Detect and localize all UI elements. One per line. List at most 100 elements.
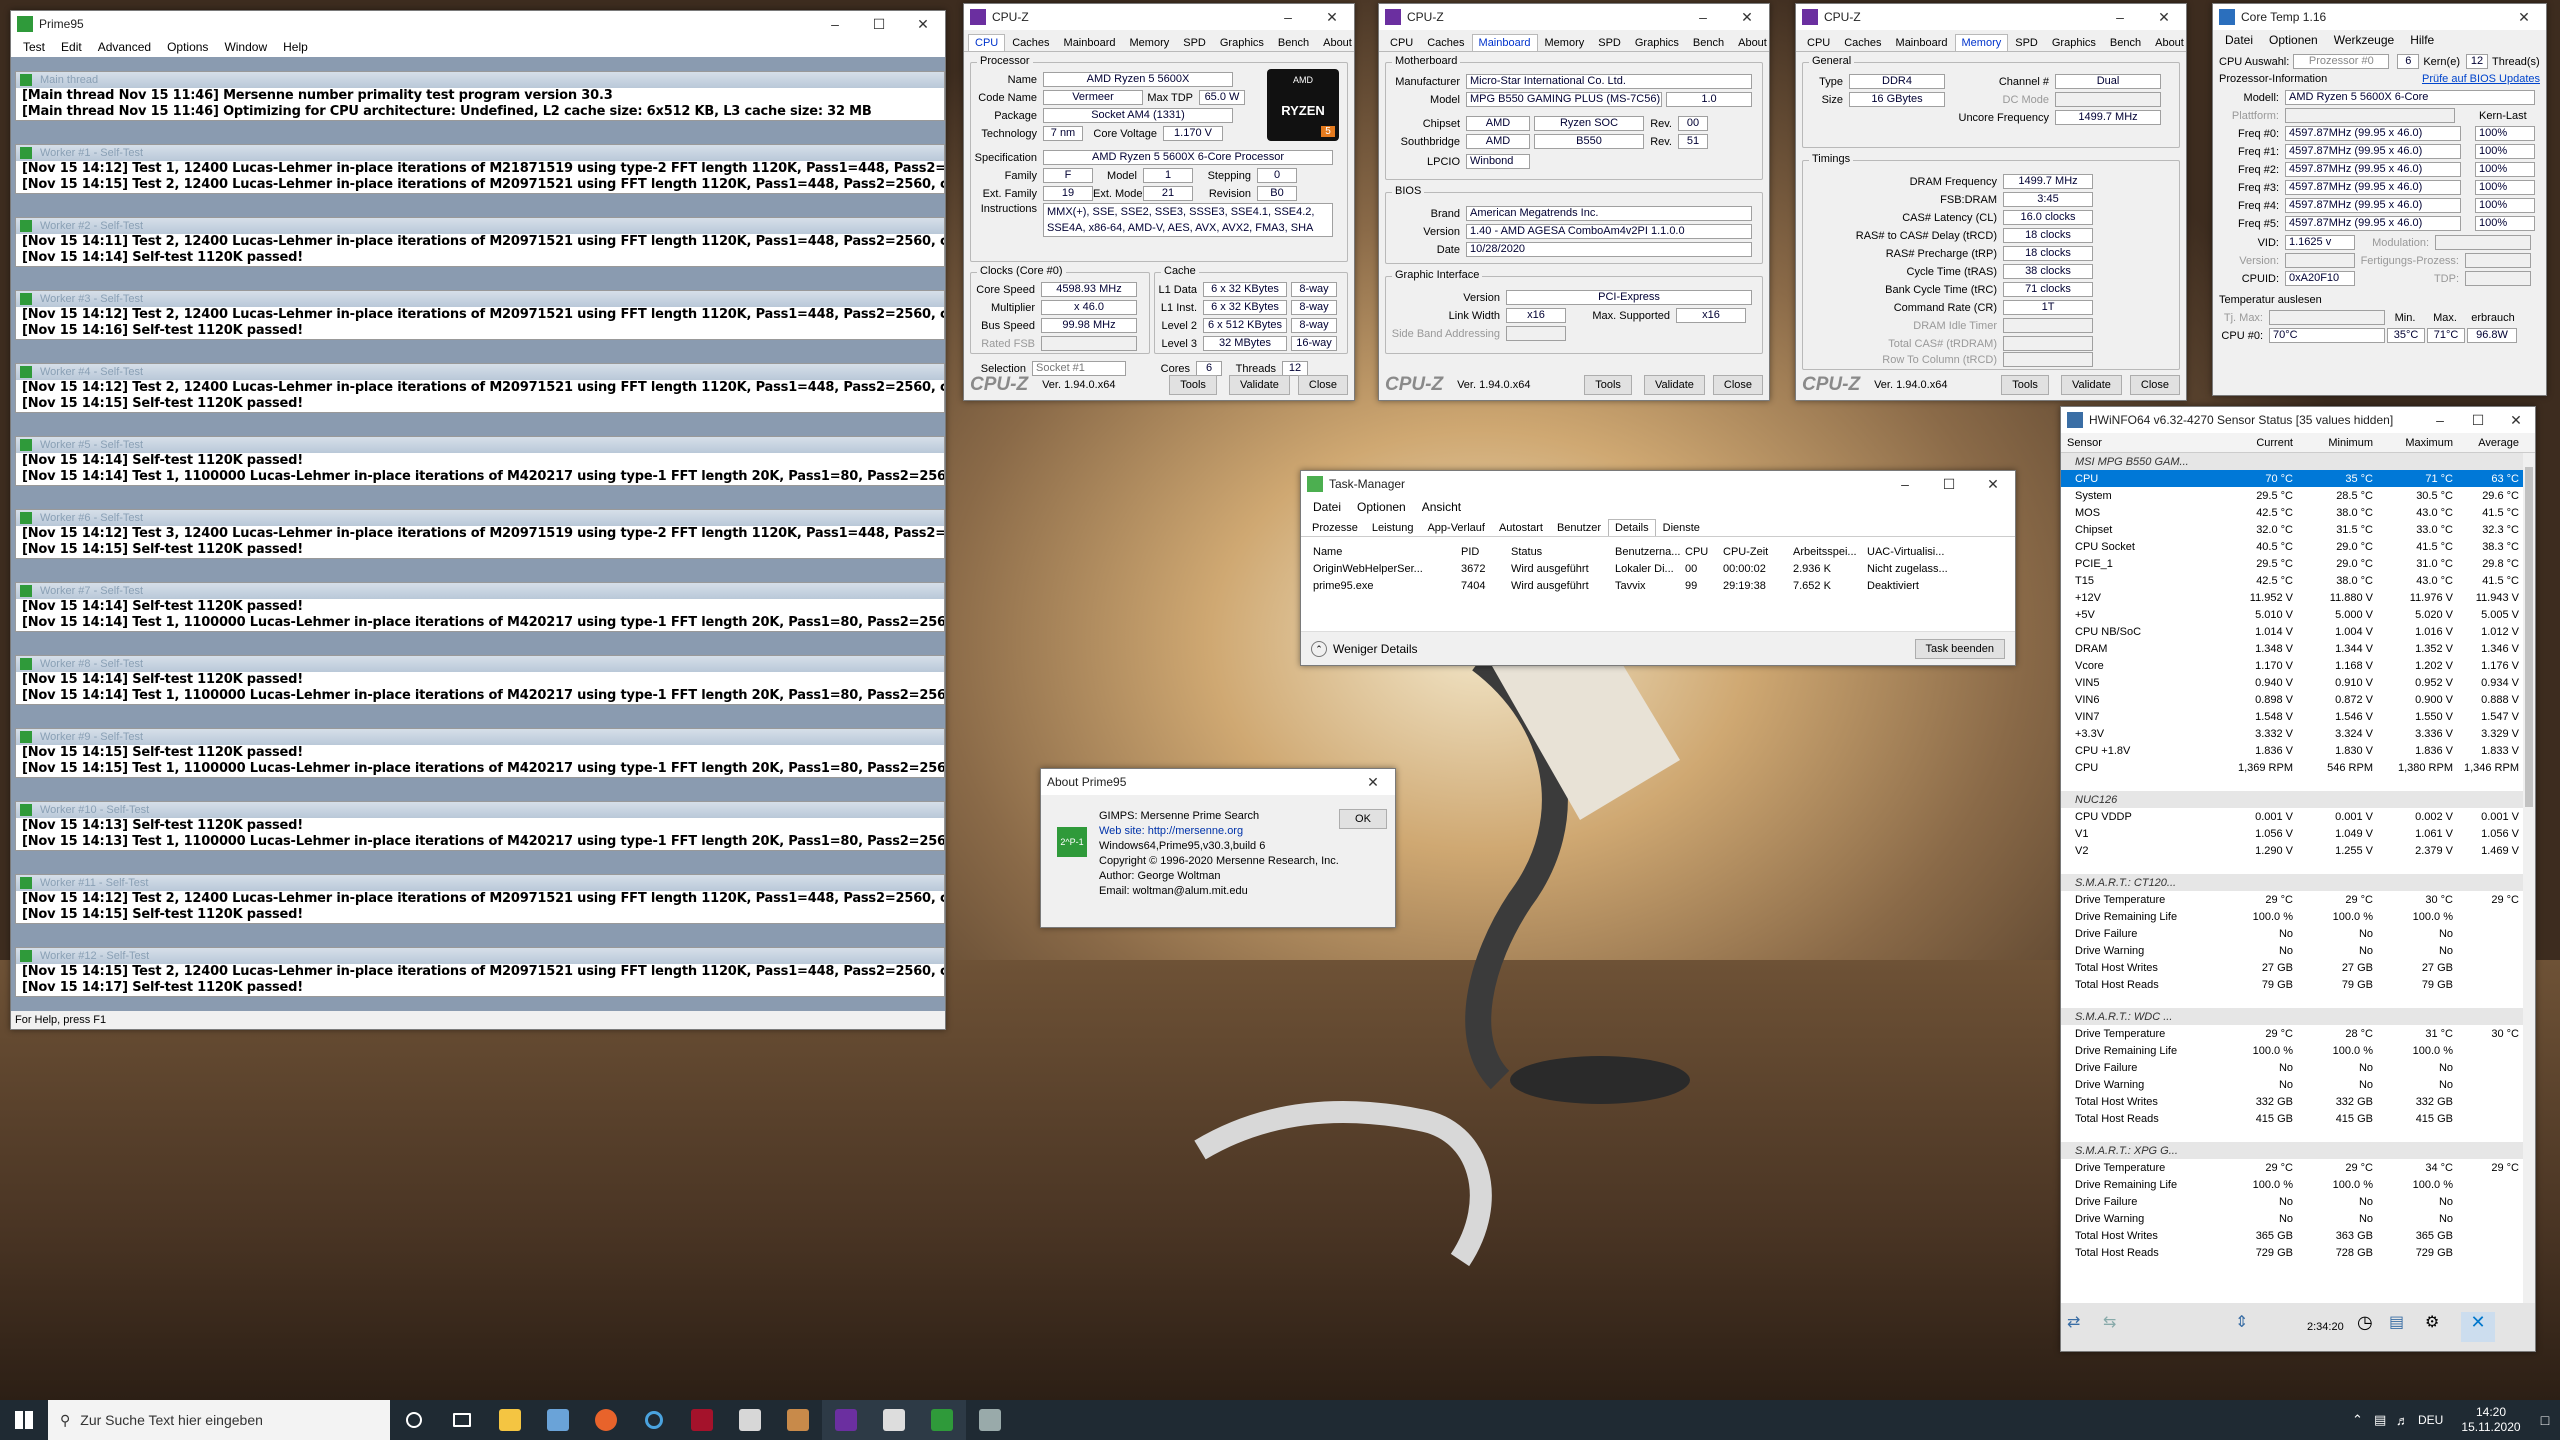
tab-about[interactable]: About [1316,34,1354,51]
worker-title[interactable]: Worker #3 - Self-Test [16,291,944,307]
volume-icon[interactable]: ♬ [2396,1413,2418,1428]
tab-about[interactable]: About [2148,34,2186,51]
worker-pane[interactable]: Worker #10 - Self-Test [Nov 15 14:13] Sel… [15,801,945,851]
sensor-row[interactable]: CPU Socket 40.5 °C 29.0 °C 41.5 °C 38.3 °C [2061,538,2523,555]
tab-leistung[interactable]: Leistung [1365,519,1421,536]
fewer-details-link[interactable]: Weniger Details [1333,642,1915,656]
worker-title[interactable]: Worker #4 - Self-Test [16,364,944,380]
col-maximum[interactable]: Maximum [2377,437,2457,449]
sensor-row[interactable]: Chipset 32.0 °C 31.5 °C 33.0 °C 32.3 °C [2061,521,2523,538]
column-header[interactable]: PID [1457,546,1507,558]
refresh-app-icon[interactable] [630,1400,678,1440]
tab-bench[interactable]: Bench [1686,34,1731,51]
sensor-row[interactable]: MOS 42.5 °C 38.0 °C 43.0 °C 41.5 °C [2061,504,2523,521]
sensor-row[interactable]: CPU NB/SoC 1.014 V 1.004 V 1.016 V 1.012 V [2061,623,2523,640]
tab-graphics[interactable]: Graphics [1213,34,1271,51]
worker-pane[interactable]: Worker #2 - Self-Test [Nov 15 14:11] Test… [15,217,945,267]
worker-pane[interactable]: Worker #1 - Self-Test [Nov 15 14:12] Test… [15,144,945,194]
tab-spd[interactable]: SPD [1176,34,1213,51]
sensor-row[interactable]: System 29.5 °C 28.5 °C 30.5 °C 29.6 °C [2061,487,2523,504]
tab-app-verlauf[interactable]: App-Verlauf [1420,519,1491,536]
tab-mainboard[interactable]: Mainboard [1057,34,1123,51]
hwinfo-taskbar-icon[interactable] [870,1400,918,1440]
worker-pane[interactable]: Worker #11 - Self-Test [Nov 15 14:12] Tes… [15,874,945,924]
tab-cpu[interactable]: CPU [1383,34,1420,51]
column-header[interactable]: CPU [1681,546,1719,558]
menu-test[interactable]: Test [15,40,53,54]
tab-benutzer[interactable]: Benutzer [1550,519,1608,536]
website-link[interactable]: Web site: http://mersenne.org [1099,824,1339,839]
tab-spd[interactable]: SPD [2008,34,2045,51]
sensor-group-header[interactable]: S.M.A.R.T.: CT120... [2061,874,2523,891]
sensor-row[interactable]: Drive Temperature 29 °C 29 °C 34 °C 29 °C [2061,1159,2523,1176]
close-icon[interactable]: ✕ [1725,4,1769,30]
sensor-row[interactable]: Drive Failure No No No [2061,1193,2523,1210]
sensor-row[interactable]: Total Host Writes 27 GB 27 GB 27 GB [2061,959,2523,976]
sensor-row[interactable]: CPU +1.8V 1.836 V 1.830 V 1.836 V 1.833 V [2061,742,2523,759]
file-explorer-icon[interactable] [486,1400,534,1440]
worker-title[interactable]: Worker #11 - Self-Test [16,875,944,891]
tools-button[interactable]: Tools [1584,375,1632,395]
sensor-group-header[interactable]: S.M.A.R.T.: XPG G... [2061,1142,2523,1159]
menu-advanced[interactable]: Advanced [90,40,159,54]
tools-button[interactable]: Tools [2001,375,2049,395]
close-icon[interactable]: ✕ [2142,4,2186,30]
sensor-row[interactable]: T15 42.5 °C 38.0 °C 43.0 °C 41.5 °C [2061,572,2523,589]
tab-caches[interactable]: Caches [1005,34,1056,51]
sensor-row[interactable]: Drive Failure No No No [2061,925,2523,942]
close-icon[interactable]: ✕ [2497,407,2535,433]
column-header[interactable]: Name [1309,546,1457,558]
sensor-row[interactable]: Drive Remaining Life 100.0 % 100.0 % 100.0 … [2061,908,2523,925]
taskbar-clock[interactable]: 14:20 15.11.2020 [2452,1405,2530,1435]
tab-spd[interactable]: SPD [1591,34,1628,51]
tools-button[interactable]: Tools [1169,375,1217,395]
sensor-row[interactable]: Total Host Reads 79 GB 79 GB 79 GB [2061,976,2523,993]
sensor-row[interactable]: +12V 11.952 V 11.880 V 11.976 V 11.943 V [2061,589,2523,606]
sensor-row[interactable]: CPU 1,369 RPM 546 RPM 1,380 RPM 1,346 RPM [2061,759,2523,776]
tab-memory[interactable]: Memory [1538,34,1592,51]
arrow-left-right-icon[interactable]: ⇄ [2067,1312,2103,1342]
worker-pane[interactable]: Main thread [Main thread Nov 15 11:46] Me… [15,71,945,121]
worker-pane[interactable]: Worker #8 - Self-Test [Nov 15 14:14] Self… [15,655,945,705]
cpuz-taskbar-icon[interactable] [822,1400,870,1440]
scrollbar-thumb[interactable] [2525,467,2533,807]
tab-about[interactable]: About [1731,34,1769,51]
chevron-up-icon[interactable]: ⌃ [2352,1412,2374,1428]
close-icon[interactable]: ✕ [1310,4,1354,30]
worker-title[interactable]: Worker #8 - Self-Test [16,656,944,672]
minimize-icon[interactable]: – [1266,4,1310,30]
sensor-row[interactable]: Drive Warning No No No [2061,1076,2523,1093]
report-icon[interactable]: ▤ [2389,1312,2425,1342]
notification-icon[interactable]: □ [2530,1412,2560,1428]
col-minimum[interactable]: Minimum [2297,437,2377,449]
sensor-group-header[interactable]: S.M.A.R.T.: WDC ... [2061,1008,2523,1025]
sensor-row[interactable]: PCIE_1 29.5 °C 29.0 °C 31.0 °C 29.8 °C [2061,555,2523,572]
close-button[interactable]: Close [1712,375,1763,395]
bios-update-link[interactable]: Prüfe auf BIOS Updates [2422,73,2546,85]
tab-caches[interactable]: Caches [1837,34,1888,51]
store-icon[interactable] [534,1400,582,1440]
worker-title[interactable]: Worker #7 - Self-Test [16,583,944,599]
close-icon[interactable]: ✕ [2502,4,2546,30]
sensor-row[interactable]: Total Host Reads 415 GB 415 GB 415 GB [2061,1110,2523,1127]
col-sensor[interactable]: Sensor [2061,437,2231,449]
sensor-row[interactable]: VIN7 1.548 V 1.546 V 1.550 V 1.547 V [2061,708,2523,725]
menu-options[interactable]: Options [159,40,216,54]
tab-dienste[interactable]: Dienste [1656,519,1707,536]
sensor-row[interactable]: CPU VDDP 0.001 V 0.001 V 0.002 V 0.001 V [2061,808,2523,825]
table-row[interactable]: prime95.exe 7404 Wird ausgeführt Tavvix 99 29… [1309,577,2011,594]
column-header[interactable]: Status [1507,546,1611,558]
menu-datei[interactable]: Datei [1305,500,1349,514]
sensor-group-header[interactable]: MSI MPG B550 GAM... [2061,453,2523,470]
tab-bench[interactable]: Bench [2103,34,2148,51]
maximize-icon[interactable]: ☐ [1927,471,1971,497]
tab-bench[interactable]: Bench [1271,34,1316,51]
coretemp-taskbar-icon[interactable] [774,1400,822,1440]
tab-mainboard[interactable]: Mainboard [1471,34,1538,51]
minimize-icon[interactable]: – [2098,4,2142,30]
sensor-row[interactable]: DRAM 1.348 V 1.344 V 1.352 V 1.346 V [2061,640,2523,657]
worker-pane[interactable]: Worker #5 - Self-Test [Nov 15 14:14] Self… [15,436,945,486]
worker-pane[interactable]: Worker #9 - Self-Test [Nov 15 14:15] Self… [15,728,945,778]
network-icon[interactable]: ⇕ [2235,1312,2271,1342]
cpu-select[interactable]: Prozessor #0 [2293,54,2390,69]
